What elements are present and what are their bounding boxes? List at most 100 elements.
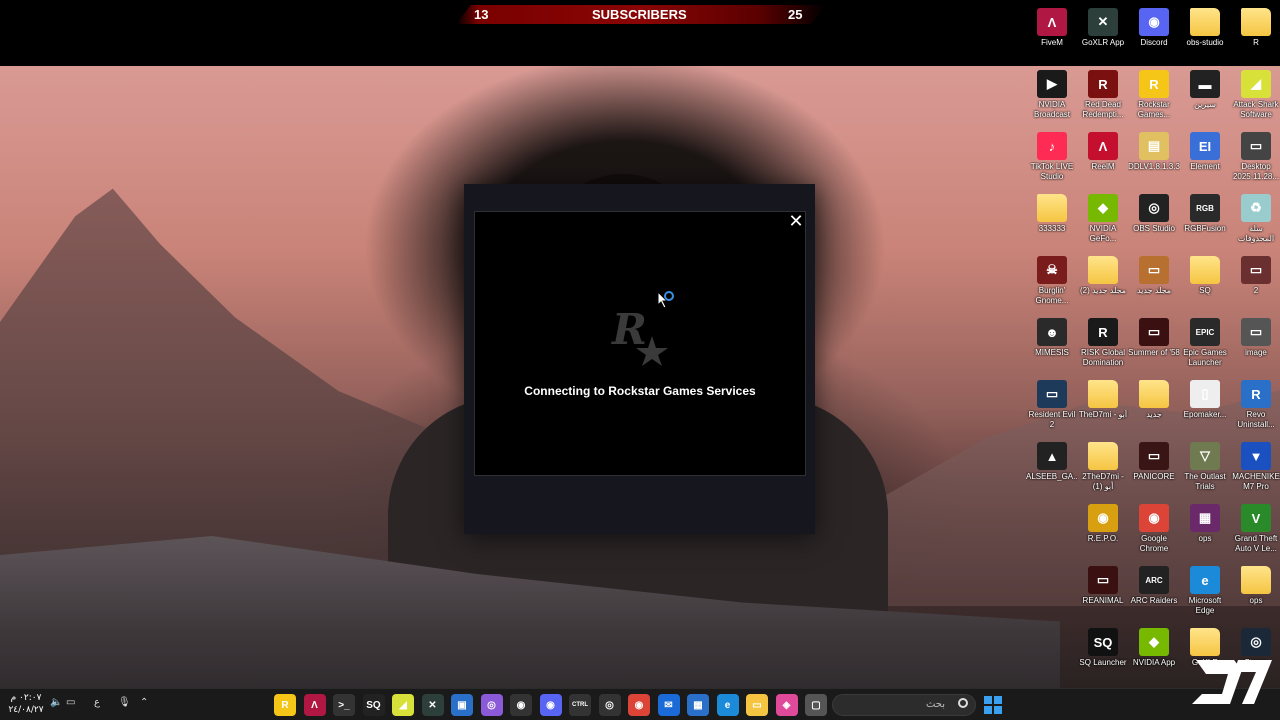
desktop-icon[interactable]: ▲ ALSEEB_GA... [1026, 438, 1078, 498]
start-windows-icon-tile [994, 696, 1002, 704]
desktop-icon[interactable]: جديد [1128, 376, 1180, 436]
desktop-icon[interactable]: EPIC Epic Games Launcher [1179, 314, 1231, 374]
desktop-icon[interactable]: ▭ Resident Evil 2 [1026, 376, 1078, 436]
desktop-icon[interactable]: ◆ NVIDIA GeFo... [1077, 190, 1129, 250]
desktop-icon-label: ops [1249, 596, 1263, 605]
desktop-icon[interactable]: R Revo Uninstall... [1230, 376, 1280, 436]
desktop-icon[interactable]: R RISK Global Domination [1077, 314, 1129, 374]
chevron-up-icon[interactable]: ⌃ [140, 697, 148, 708]
rockstar-logo-icon: R [611, 305, 668, 366]
desktop-icon[interactable]: ▭ image [1230, 314, 1280, 374]
app-icon: ▼ [1241, 442, 1271, 470]
desktop-icon[interactable]: ☠ Burglin' Gnome... [1026, 252, 1078, 312]
desktop-icon[interactable]: ▦ ops [1179, 500, 1231, 560]
app-icon: ◢ [1241, 70, 1271, 98]
microphone-icon[interactable]: 🎙 [118, 697, 131, 708]
desktop-icon[interactable]: ◢ Attack Shark Software [1230, 66, 1280, 126]
taskbar-purple-app-icon[interactable]: ◎ [480, 694, 503, 716]
desktop-icon[interactable]: ◉ Google Chrome [1128, 500, 1180, 560]
desktop-icon[interactable]: ▯ Epomaker... [1179, 376, 1231, 436]
taskbar-clock[interactable]: ٠٢:٠٧ م ٢٤/٠٨/٢٧ [6, 692, 46, 716]
desktop-icon[interactable]: Λ ReelM [1077, 128, 1129, 188]
desktop-icon[interactable]: R Rockstar Games... [1128, 66, 1180, 126]
desktop-icon[interactable]: obs-studio [1179, 4, 1231, 64]
desktop-icon[interactable]: RGB RGBFusion [1179, 190, 1231, 250]
desktop-icon[interactable]: SQ [1179, 252, 1231, 312]
taskbar-explorer-icon[interactable]: ▭ [746, 694, 768, 716]
desktop-icon[interactable]: ARC ARC Raiders [1128, 562, 1180, 622]
desktop-icon[interactable]: ▭ 2 [1230, 252, 1280, 312]
taskbar-github-icon[interactable]: ◉ [510, 694, 532, 716]
desktop-icon[interactable]: ▼ MACHENIKE M7 Pro [1230, 438, 1280, 498]
desktop-icon[interactable]: ops [1230, 562, 1280, 622]
desktop-icon-label: R [1253, 38, 1259, 47]
desktop-icon[interactable]: ◉ R.E.P.O. [1077, 500, 1129, 560]
language-indicator[interactable]: ع [94, 697, 100, 708]
close-button[interactable]: ✕ [785, 211, 807, 233]
desktop-icon[interactable]: SQ SQ Launcher [1077, 624, 1129, 684]
taskbar-store-icon[interactable]: ▦ [687, 694, 709, 716]
desktop-icon[interactable]: ▭ مجلد جديد [1128, 252, 1180, 312]
desktop-icon[interactable]: ◉ Discord [1128, 4, 1180, 64]
desktop-icon[interactable]: مجلد جديد (2) [1077, 252, 1129, 312]
desktop-icon[interactable]: ▶ NVIDIA Broadcast [1026, 66, 1078, 126]
desktop-icon[interactable]: R Red Dead Redempti... [1077, 66, 1129, 126]
desktop-icon[interactable]: ♻ سلة المحذوفات [1230, 190, 1280, 250]
channel-logo-watermark [1192, 660, 1272, 704]
desktop-icon[interactable]: ♪ TikTok LIVE Studio [1026, 128, 1078, 188]
desktop-icon-label: مجلد جديد [1136, 286, 1172, 295]
app-icon: ♻ [1241, 194, 1271, 222]
desktop-icon-label: Element [1190, 162, 1220, 171]
taskbar-terminal-icon[interactable]: >_ [333, 694, 355, 716]
taskbar-fivem-icon[interactable]: Λ [303, 694, 326, 716]
taskbar-edge-icon[interactable]: e [716, 694, 739, 716]
loading-spinner-icon [664, 291, 674, 301]
start-windows-icon-tile [984, 706, 992, 714]
network-icon[interactable]: ▭ [66, 697, 75, 708]
desktop-icon[interactable]: ☻ MIMESIS [1026, 314, 1078, 374]
desktop-icon-label: obs-studio [1186, 38, 1224, 47]
desktop-icon[interactable]: ▽ The Outlast Trials [1179, 438, 1231, 498]
desktop-icon[interactable]: Λ FiveM [1026, 4, 1078, 64]
desktop-icon-label: NVIDIA App [1132, 658, 1176, 667]
desktop-icon[interactable]: ◆ NVIDIA App [1128, 624, 1180, 684]
desktop-icon[interactable]: TheD7mi - أبو [1077, 376, 1129, 436]
app-icon: R [1088, 70, 1118, 98]
taskbar-copilot-icon[interactable]: ◈ [775, 694, 798, 716]
taskbar-discord-icon[interactable]: ◉ [539, 694, 562, 716]
desktop-icon[interactable]: ▭ REANIMAL [1077, 562, 1129, 622]
desktop-icon[interactable]: 2TheD7mi - أبو (1) [1077, 438, 1129, 498]
desktop-icon[interactable]: ▤ DDLV1.8.1.3.3 [1128, 128, 1180, 188]
subscriber-right-count: 25 [788, 7, 803, 22]
taskbar-ctrl-icon[interactable]: CTRL [569, 694, 591, 716]
desktop-icon-label: SQ Launcher [1079, 658, 1127, 667]
desktop-icon-label: ReelM [1091, 162, 1115, 171]
folder-icon [1190, 628, 1220, 656]
desktop-icon[interactable]: ▬ سيزين [1179, 66, 1231, 126]
desktop-icon[interactable]: e Microsoft Edge [1179, 562, 1231, 622]
volume-icon[interactable]: 🔈 [50, 697, 62, 708]
desktop-icon[interactable]: V Grand Theft Auto V Le... [1230, 500, 1280, 560]
desktop-icon[interactable]: ▭ Summer of '58 [1128, 314, 1180, 374]
desktop-icon[interactable]: ✕ GoXLR App [1077, 4, 1129, 64]
desktop-icon[interactable]: R [1230, 4, 1280, 64]
desktop-icon-label: FiveM [1041, 38, 1063, 47]
desktop-icon[interactable]: ◎ OBS Studio [1128, 190, 1180, 250]
taskbar-goxlr-icon[interactable]: ✕ [421, 694, 444, 716]
taskbar-search-input[interactable]: بحث [832, 694, 976, 716]
taskbar-chrome-icon[interactable]: ◉ [628, 694, 650, 716]
taskbar-outlook-icon[interactable]: ✉ [657, 694, 680, 716]
taskbar-obs-icon[interactable]: ◎ [598, 694, 621, 716]
desktop-icon[interactable]: EI Element [1179, 128, 1231, 188]
desktop-icon[interactable]: ▭ Desktop 2025.11.28... [1230, 128, 1280, 188]
taskbar-sq-icon[interactable]: SQ [362, 694, 385, 716]
taskbar-rockstar-icon[interactable]: R [274, 694, 296, 716]
taskbar-task-view-icon[interactable]: ▢ [805, 694, 827, 716]
desktop-icon[interactable]: ▭ PANICORE [1128, 438, 1180, 498]
folder-icon [1037, 194, 1067, 222]
desktop-icon[interactable]: 333333 [1026, 190, 1078, 250]
start-button[interactable] [984, 696, 1002, 714]
app-icon: ◉ [1139, 8, 1169, 36]
taskbar-attack-shark-icon[interactable]: ◢ [392, 694, 414, 716]
taskbar-window-app-icon[interactable]: ▣ [451, 694, 473, 716]
